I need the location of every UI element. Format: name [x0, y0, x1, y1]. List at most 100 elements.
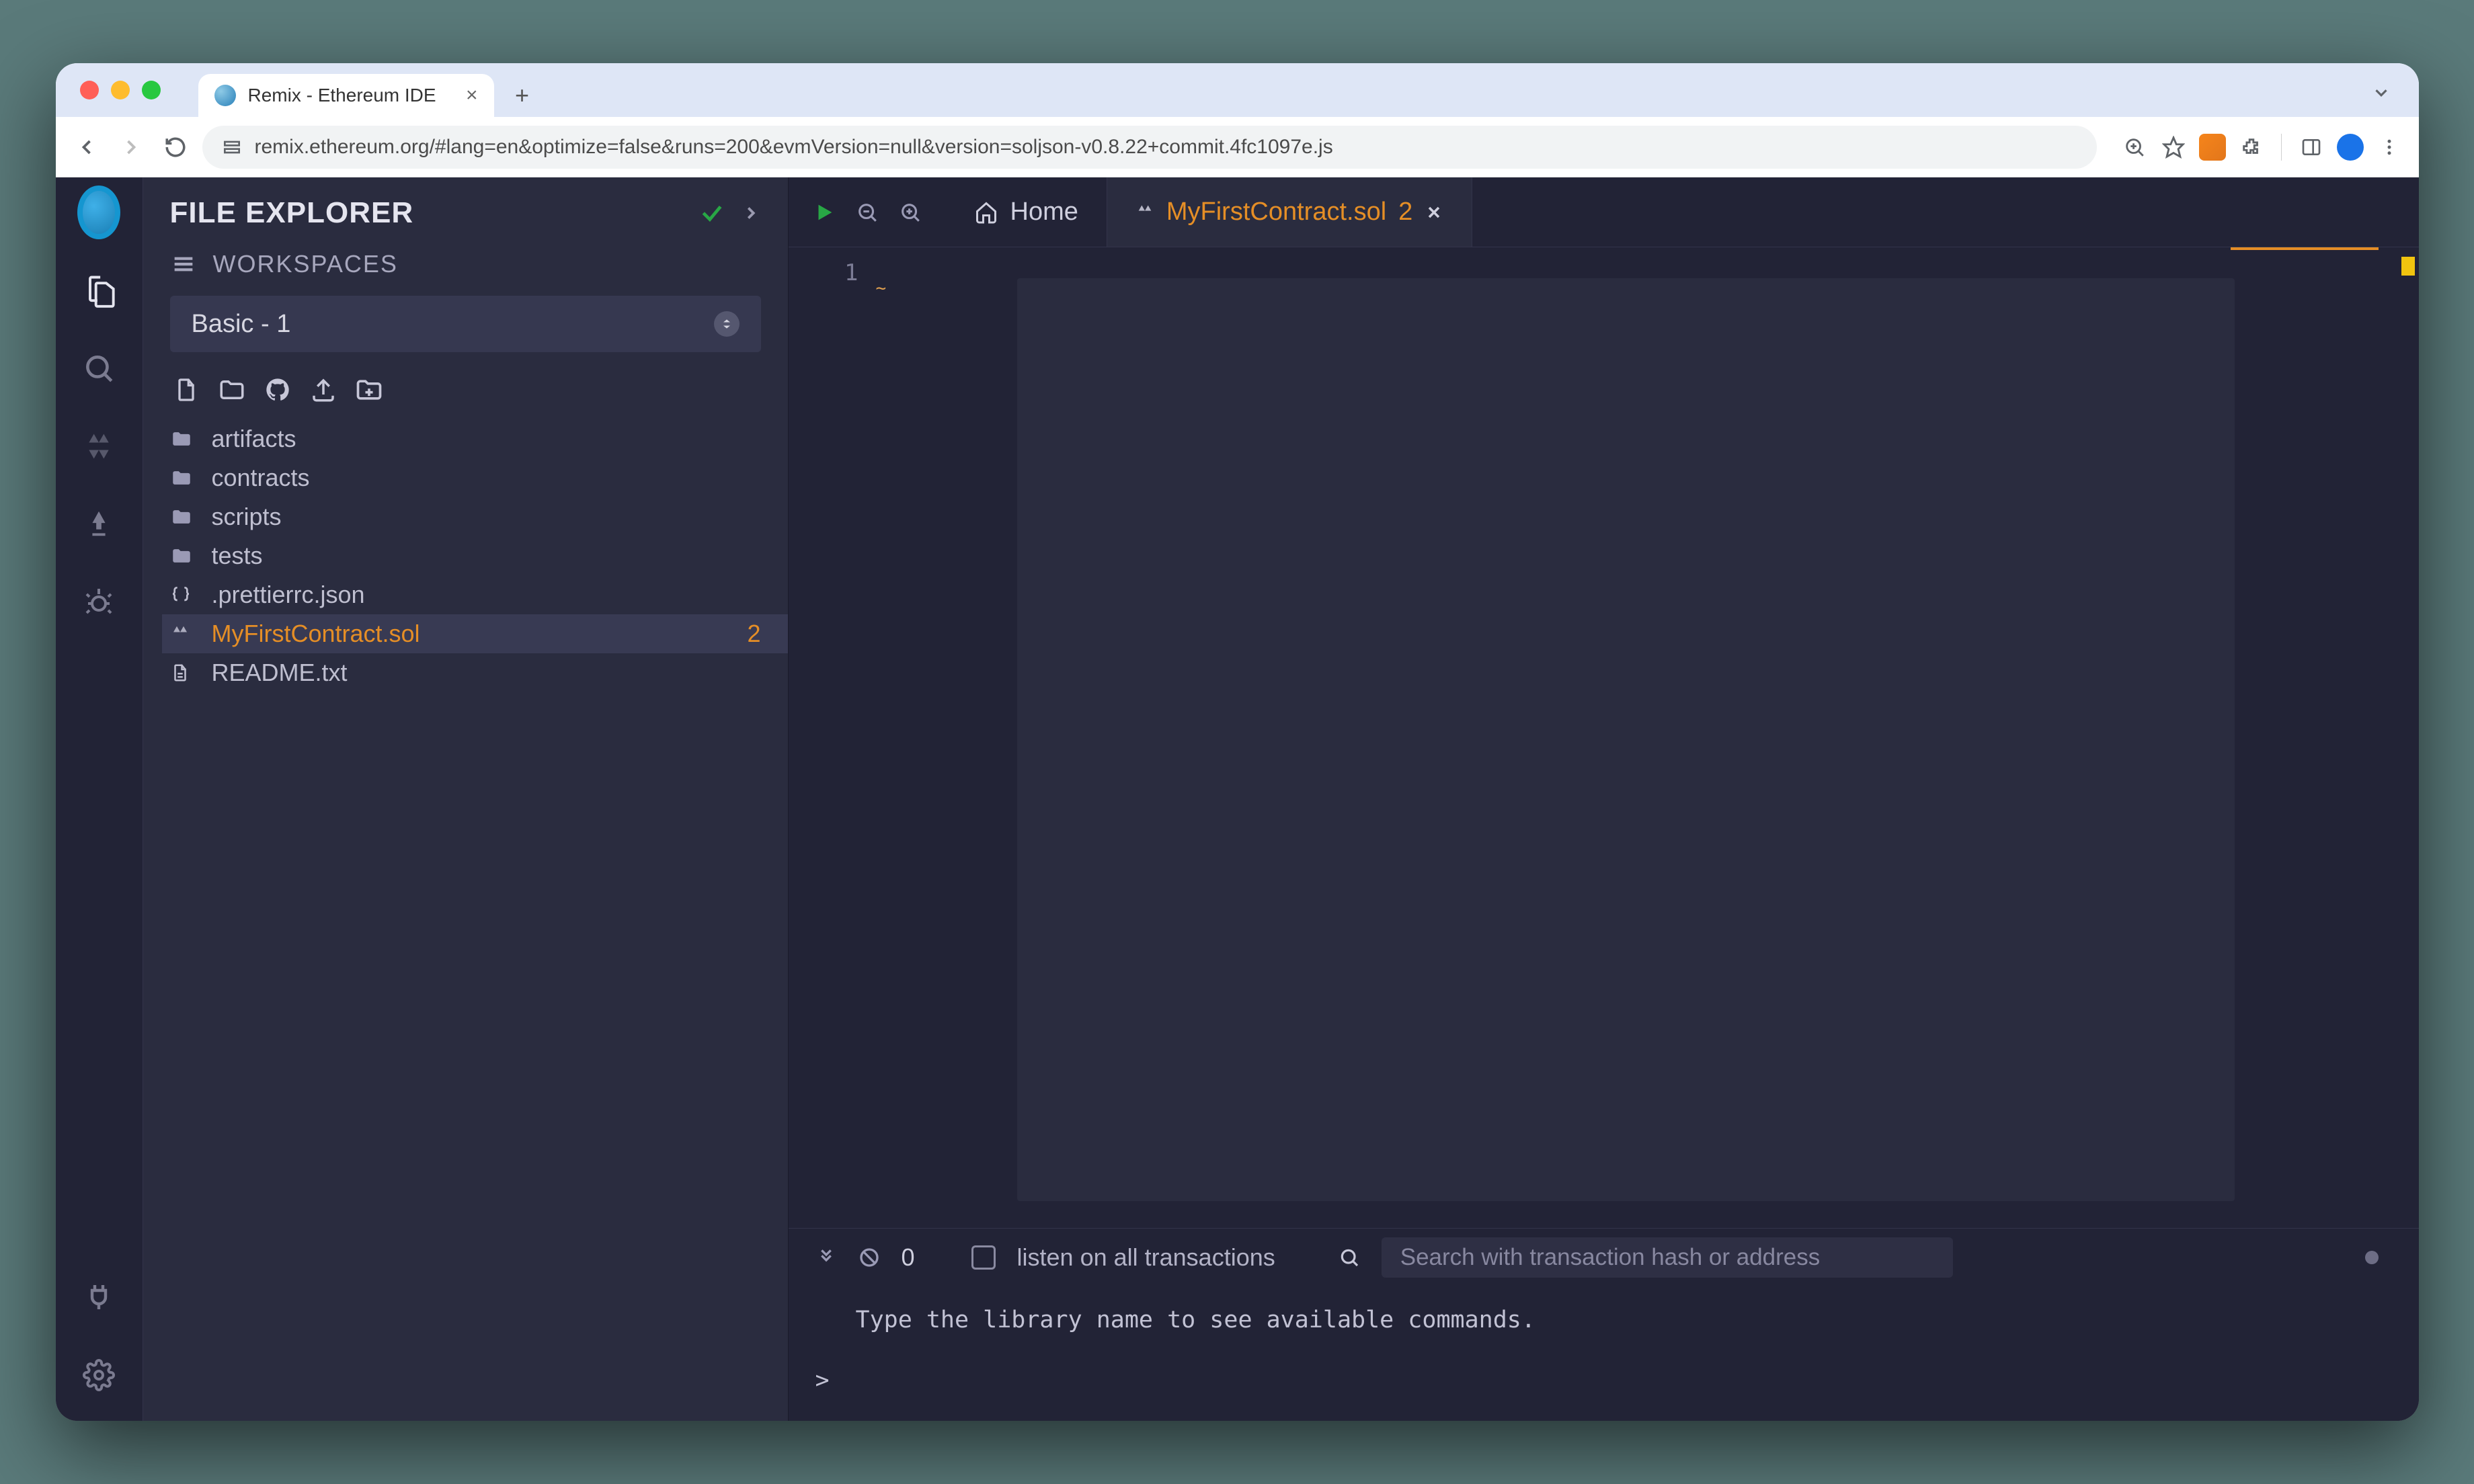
file-explorer-panel: FILE EXPLORER WORKSPACES Basic - 1	[143, 177, 789, 1421]
terminal-output: Type the library name to see available c…	[789, 1286, 2419, 1351]
solidity-file-icon	[170, 624, 197, 644]
file-tree: artifacts contracts scripts tests .prett…	[143, 419, 788, 692]
tree-folder-scripts[interactable]: scripts	[162, 497, 788, 536]
minimize-window-button[interactable]	[111, 81, 130, 99]
workspace-selected-value: Basic - 1	[192, 310, 291, 339]
upload-icon[interactable]	[307, 374, 340, 406]
workspaces-menu-icon[interactable]	[170, 251, 197, 278]
back-button[interactable]	[69, 130, 104, 165]
terminal-toolbar: 0 listen on all transactions Search with…	[789, 1229, 2419, 1286]
editor-minimap[interactable]	[2389, 247, 2419, 1228]
bookmark-star-icon[interactable]	[2157, 131, 2190, 163]
zoom-indicator-icon[interactable]	[2118, 131, 2151, 163]
editor-tab-home[interactable]: Home	[946, 177, 1107, 247]
run-script-icon[interactable]	[813, 201, 836, 224]
tree-item-label: artifacts	[212, 425, 296, 453]
listen-checkbox[interactable]	[971, 1245, 996, 1270]
tree-file-readme[interactable]: README.txt	[162, 653, 788, 692]
terminal-search-icon[interactable]	[1339, 1247, 1360, 1268]
workspaces-row: WORKSPACES	[143, 242, 788, 286]
main-area: Home MyFirstContract.sol 2 1 ~	[789, 177, 2419, 1421]
extensions-puzzle-icon[interactable]	[2235, 131, 2268, 163]
tree-item-badge: 2	[747, 620, 768, 648]
file-explorer-rail-icon[interactable]	[77, 269, 120, 312]
browser-tab-remix[interactable]: Remix - Ethereum IDE ×	[198, 74, 494, 117]
clear-terminal-icon[interactable]	[859, 1247, 880, 1268]
profile-avatar-icon[interactable]	[2334, 131, 2366, 163]
new-tab-button[interactable]: +	[505, 78, 540, 113]
icon-rail	[56, 177, 143, 1421]
terminal-status-dot	[2365, 1251, 2379, 1264]
editor-overlay	[1017, 278, 2235, 1201]
address-bar[interactable]: remix.ethereum.org/#lang=en&optimize=fal…	[202, 126, 2097, 169]
tree-folder-tests[interactable]: tests	[162, 536, 788, 575]
tree-folder-contracts[interactable]: contracts	[162, 458, 788, 497]
close-window-button[interactable]	[80, 81, 99, 99]
search-rail-icon[interactable]	[77, 347, 120, 390]
home-icon	[974, 200, 998, 224]
prompt-symbol: >	[815, 1367, 830, 1394]
workspaces-label: WORKSPACES	[213, 250, 398, 278]
search-placeholder: Search with transaction hash or address	[1400, 1244, 1821, 1271]
browser-tabstrip: Remix - Ethereum IDE × +	[56, 63, 2419, 117]
tree-item-label: .prettierrc.json	[212, 581, 365, 609]
remix-favicon-icon	[214, 85, 236, 106]
terminal-prompt[interactable]: >	[789, 1351, 2419, 1421]
editor-tab-badge: 2	[1398, 198, 1412, 226]
tree-file-myfirstcontract[interactable]: MyFirstContract.sol2	[162, 614, 788, 653]
document-icon	[170, 663, 197, 683]
close-tab-icon[interactable]: ×	[466, 84, 478, 107]
terminal-panel: 0 listen on all transactions Search with…	[789, 1228, 2419, 1421]
browser-tab-title: Remix - Ethereum IDE	[248, 85, 436, 106]
browser-toolbar: remix.ethereum.org/#lang=en&optimize=fal…	[56, 117, 2419, 177]
editor-tab-myfirstcontract[interactable]: MyFirstContract.sol 2	[1107, 177, 1472, 247]
folder-icon	[170, 427, 197, 450]
settings-rail-icon[interactable]	[77, 1354, 120, 1397]
folder-icon	[170, 505, 197, 528]
tree-item-label: README.txt	[212, 659, 348, 687]
code-area[interactable]: ~	[876, 247, 2389, 1228]
github-icon[interactable]	[262, 374, 294, 406]
toolbar-divider	[2281, 134, 2282, 161]
compile-status-check-icon[interactable]	[699, 200, 725, 226]
new-folder-icon[interactable]	[216, 374, 248, 406]
terminal-search-input[interactable]: Search with transaction hash or address	[1382, 1237, 1953, 1278]
plugin-manager-rail-icon[interactable]	[77, 1276, 120, 1319]
metamask-extension-icon[interactable]	[2196, 131, 2229, 163]
panel-collapse-icon[interactable]	[741, 203, 761, 223]
terminal-toggle-icon[interactable]	[815, 1247, 837, 1268]
new-file-icon[interactable]	[170, 374, 202, 406]
workspace-select-caret-icon	[714, 311, 740, 337]
tree-item-label: scripts	[212, 503, 282, 531]
upload-folder-icon[interactable]	[353, 374, 385, 406]
forward-button[interactable]	[114, 130, 149, 165]
pending-tx-count: 0	[902, 1243, 915, 1272]
line-number: 1	[789, 259, 859, 286]
editor-gutter: 1	[789, 247, 876, 1228]
chrome-menu-icon[interactable]	[2373, 131, 2405, 163]
debugger-rail-icon[interactable]	[77, 581, 120, 624]
tree-folder-artifacts[interactable]: artifacts	[162, 419, 788, 458]
window-controls	[56, 63, 185, 117]
sidepanel-icon[interactable]	[2295, 131, 2327, 163]
tree-file-prettierrc[interactable]: .prettierrc.json	[162, 575, 788, 614]
folder-icon	[170, 544, 197, 567]
tab-dropdown-button[interactable]	[2364, 75, 2399, 110]
remix-logo-icon[interactable]	[77, 191, 120, 234]
workspace-select[interactable]: Basic - 1	[170, 296, 761, 352]
tree-item-label: contracts	[212, 464, 310, 492]
editor-body[interactable]: 1 ~	[789, 247, 2419, 1228]
minimap-warning-marker	[2401, 257, 2415, 276]
deploy-run-rail-icon[interactable]	[77, 503, 120, 546]
site-settings-icon[interactable]	[221, 136, 243, 158]
zoom-out-icon[interactable]	[856, 201, 879, 224]
solidity-compiler-rail-icon[interactable]	[77, 425, 120, 468]
close-tab-icon[interactable]	[1425, 203, 1443, 222]
panel-title: FILE EXPLORER	[170, 196, 414, 230]
reload-button[interactable]	[158, 130, 193, 165]
maximize-window-button[interactable]	[142, 81, 161, 99]
listen-label: listen on all transactions	[1017, 1243, 1275, 1272]
zoom-in-icon[interactable]	[899, 201, 922, 224]
editor-actions	[789, 177, 946, 247]
editor-tab-label: MyFirstContract.sol	[1166, 198, 1386, 226]
